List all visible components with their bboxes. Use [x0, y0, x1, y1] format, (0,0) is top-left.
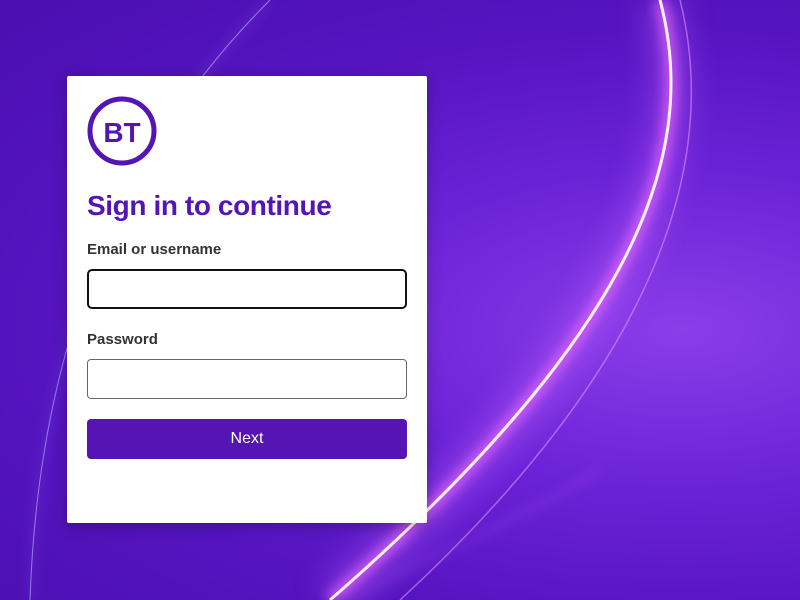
bt-logo-text: BT	[103, 117, 140, 148]
page-title: Sign in to continue	[87, 190, 332, 221]
next-button[interactable]: Next	[87, 419, 407, 459]
bt-logo: BT	[87, 96, 157, 166]
email-field[interactable]	[87, 269, 407, 309]
sign-in-card: BT Sign in to continue Email or username…	[67, 76, 427, 523]
password-label: Password	[87, 331, 158, 348]
login-page: BT Sign in to continue Email or username…	[0, 0, 800, 600]
email-label: Email or username	[87, 241, 222, 258]
password-field[interactable]	[87, 359, 407, 399]
